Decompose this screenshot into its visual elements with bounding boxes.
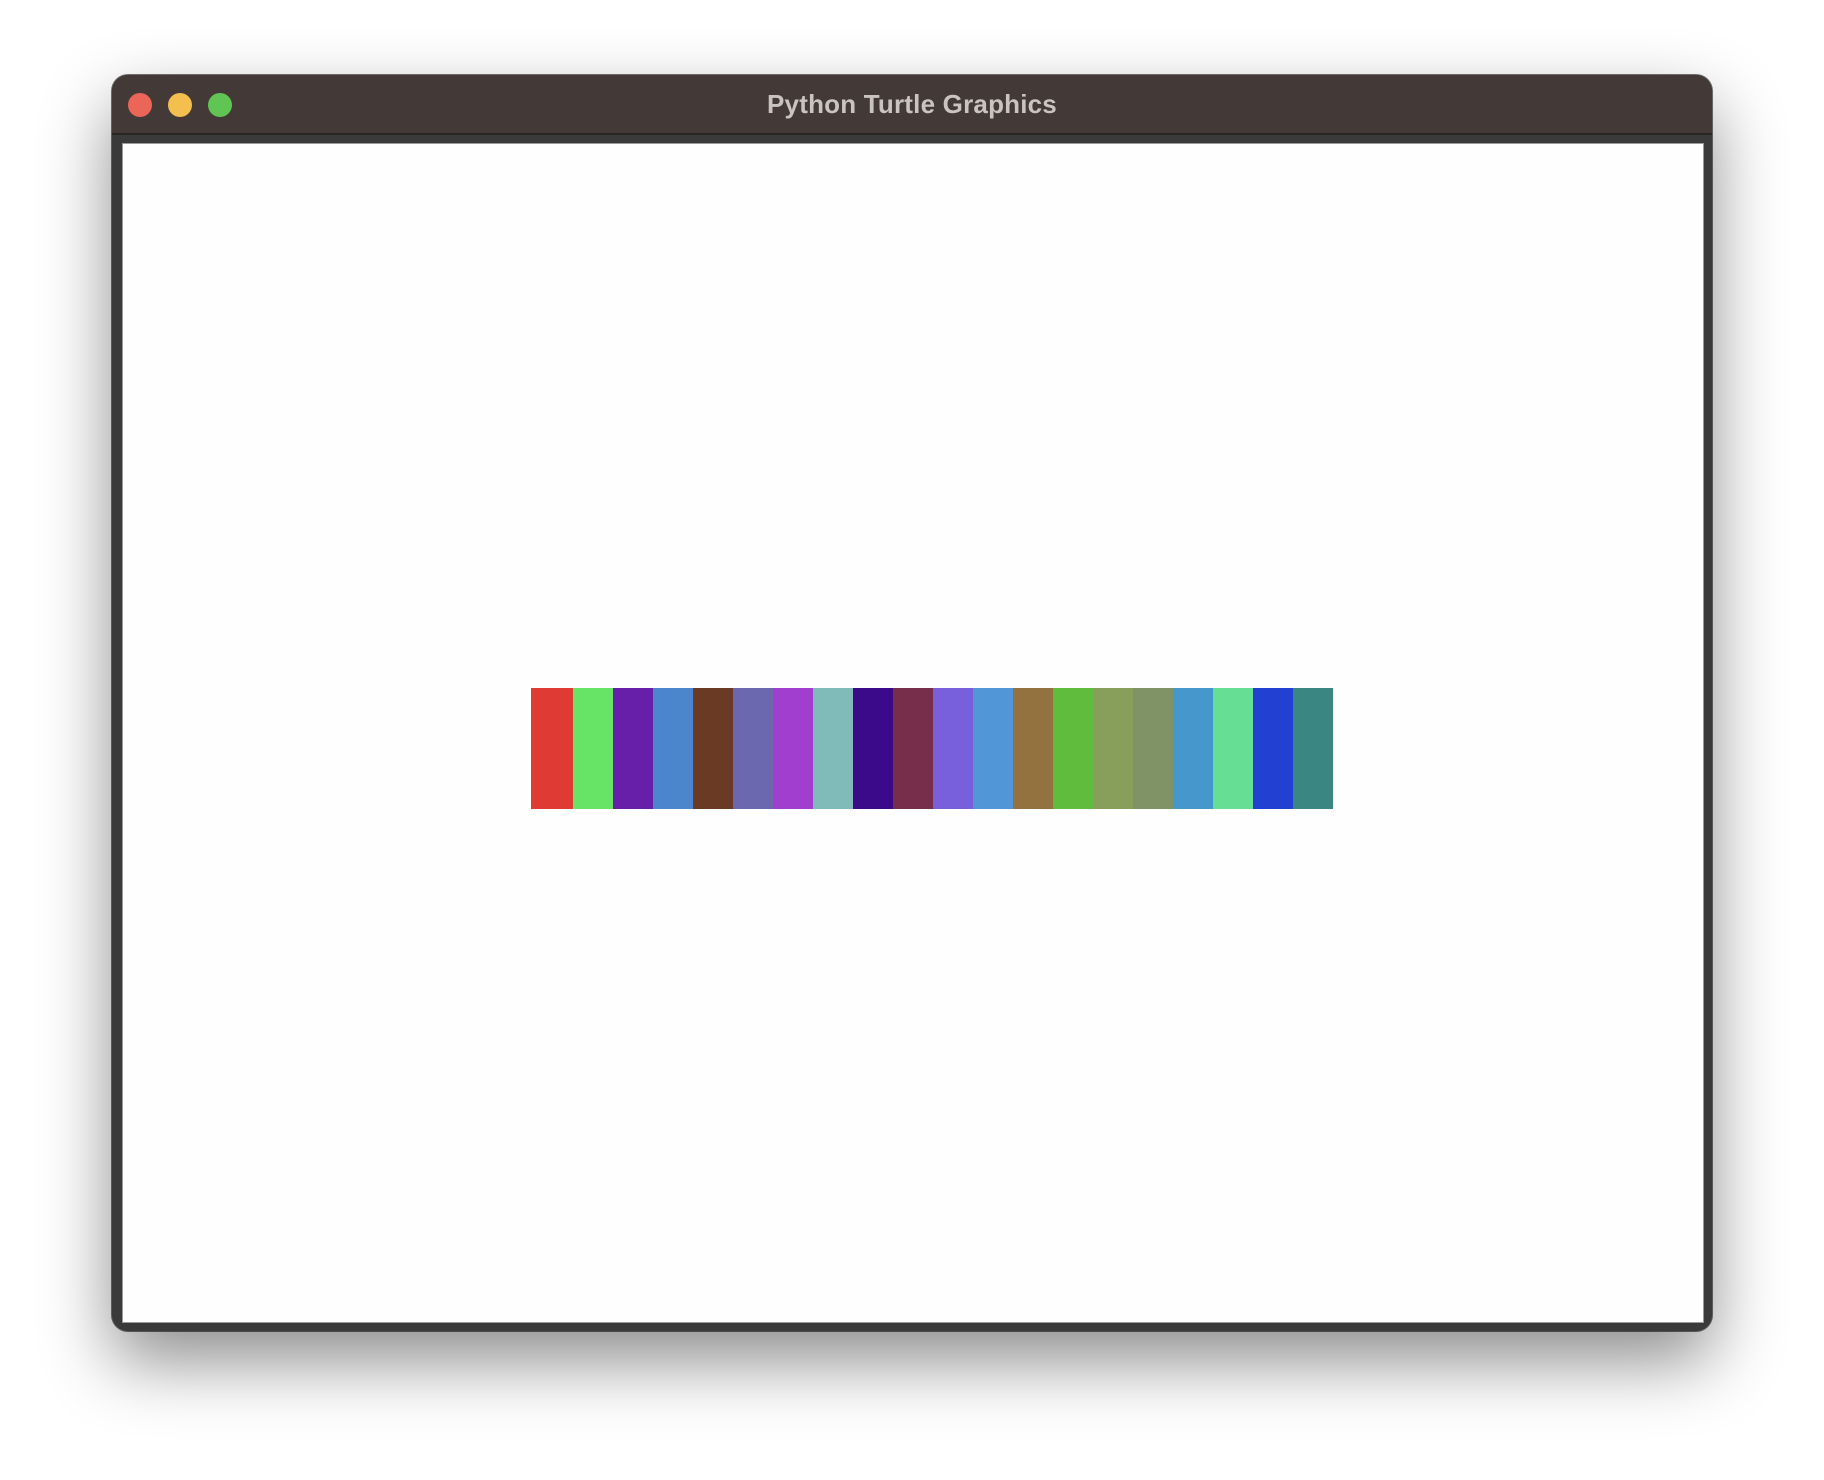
title-bar[interactable]: Python Turtle Graphics xyxy=(112,75,1712,135)
color-swatch xyxy=(1173,688,1213,809)
turtle-canvas[interactable] xyxy=(122,143,1704,1323)
color-swatch xyxy=(1093,688,1133,809)
color-swatch xyxy=(573,688,613,809)
color-swatch-strip xyxy=(531,688,1333,809)
color-swatch xyxy=(973,688,1013,809)
color-swatch xyxy=(693,688,733,809)
color-swatch xyxy=(1013,688,1053,809)
color-swatch xyxy=(531,688,573,809)
color-swatch xyxy=(613,688,653,809)
color-swatch xyxy=(733,688,773,809)
color-swatch xyxy=(813,688,853,809)
color-swatch xyxy=(1133,688,1173,809)
color-swatch xyxy=(653,688,693,809)
color-swatch xyxy=(893,688,933,809)
color-swatch xyxy=(1293,688,1333,809)
color-swatch xyxy=(1053,688,1093,809)
turtle-window: Python Turtle Graphics xyxy=(112,75,1712,1331)
color-swatch xyxy=(773,688,813,809)
color-swatch xyxy=(933,688,973,809)
color-swatch xyxy=(1213,688,1253,809)
window-title: Python Turtle Graphics xyxy=(767,89,1057,119)
color-swatch xyxy=(853,688,893,809)
color-swatch xyxy=(1253,688,1293,809)
